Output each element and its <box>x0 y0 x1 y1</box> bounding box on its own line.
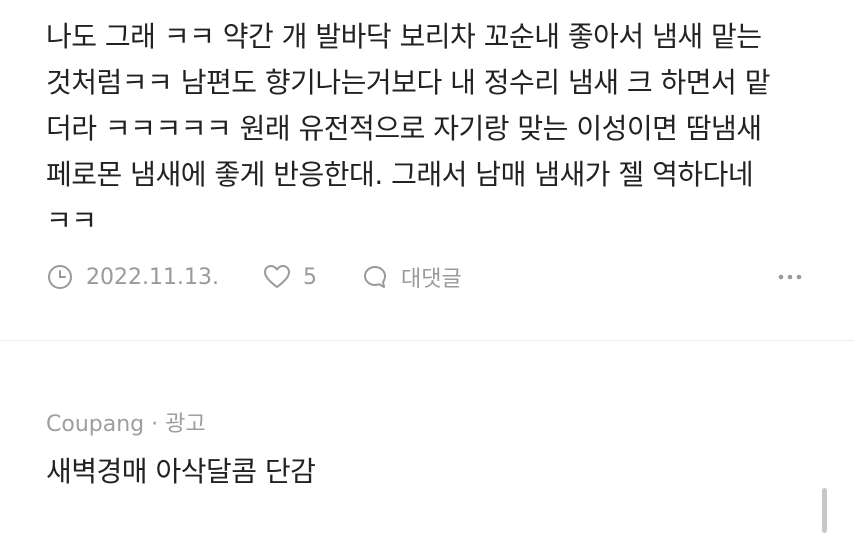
section-divider <box>0 340 854 341</box>
scrollbar[interactable] <box>822 488 827 533</box>
comment-page: 나도 그래 ㅋㅋ 약간 개 발바닥 보리차 꼬순내 좋아서 냄새 맡는 것처럼ㅋ… <box>0 0 854 533</box>
comment-date-text: 2022.11.13. <box>86 264 219 290</box>
comment-line: 페로몬 냄새에 좋게 반응한대. 그래서 남매 냄새가 젤 역하다네 <box>46 158 754 191</box>
ad-sponsor-label: Coupang · 광고 <box>46 412 206 437</box>
comment-date: 2022.11.13. <box>46 263 219 291</box>
reply-label: 대댓글 <box>400 267 462 292</box>
clock-icon <box>46 263 74 291</box>
reply-button[interactable]: 대댓글 <box>361 261 462 293</box>
like-button[interactable]: 5 <box>263 263 317 291</box>
comment-line: ㅋㅋ <box>46 204 97 237</box>
comment-line: 더라 ㅋㅋㅋㅋㅋ 원래 유전적으로 자기랑 맞는 이성이면 땀냄새 <box>46 112 762 145</box>
ad-title-link[interactable]: 새벽경매 아삭달콤 단감 <box>46 450 316 490</box>
speech-bubble-icon <box>361 263 389 291</box>
heart-icon <box>263 263 291 291</box>
more-options-button[interactable] <box>770 263 802 291</box>
comment-line: 것처럼ㅋㅋ 남편도 향기나는거보다 내 정수리 냄새 크 하면서 맡 <box>46 66 770 99</box>
comment-text: 나도 그래 ㅋㅋ 약간 개 발바닥 보리차 꼬순내 좋아서 냄새 맡는 것처럼ㅋ… <box>46 14 826 244</box>
like-count: 5 <box>302 264 317 290</box>
comment-line: 나도 그래 ㅋㅋ 약간 개 발바닥 보리차 꼬순내 좋아서 냄새 맡는 <box>46 20 762 53</box>
more-dots-icon <box>778 274 802 280</box>
comment-meta-row: 2022.11.13. 5 대댓글 <box>46 258 802 296</box>
